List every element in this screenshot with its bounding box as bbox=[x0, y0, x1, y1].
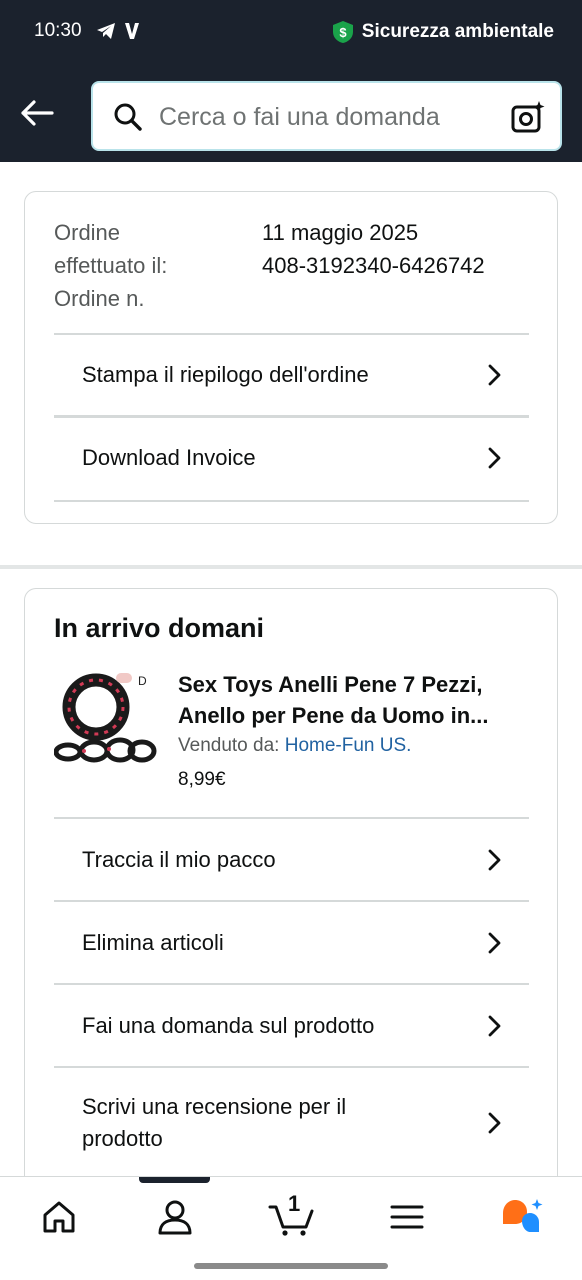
cart-count: 1 bbox=[288, 1191, 301, 1216]
seller-link[interactable]: Home-Fun US. bbox=[285, 735, 412, 756]
status-time: 10:30 bbox=[34, 20, 82, 41]
delete-items-label: Elimina articoli bbox=[82, 930, 224, 955]
divider bbox=[54, 500, 529, 502]
ask-question-row[interactable]: Fai una domanda sul prodotto bbox=[54, 985, 529, 1067]
account-icon bbox=[158, 1200, 192, 1235]
bottom-navigation: 1 bbox=[0, 1176, 582, 1280]
search-bar[interactable]: Cerca o fai una domanda bbox=[91, 81, 562, 151]
product-seller: Venduto da: Home-Fun US. bbox=[178, 735, 411, 757]
shipment-card: In arrivo domani D Sex Toys Anelli Pene … bbox=[24, 588, 558, 1188]
ask-question-label: Fai una domanda sul prodotto bbox=[82, 1013, 375, 1038]
header: Cerca o fai una domanda bbox=[0, 64, 582, 162]
product-title[interactable]: Sex Toys Anelli Pene 7 Pezzi, Anello per… bbox=[178, 669, 533, 731]
order-details-page: Ordine effettuato il: Ordine n. 11 maggi… bbox=[0, 162, 582, 1188]
telegram-icon bbox=[97, 23, 115, 39]
delete-items-row[interactable]: Elimina articoli bbox=[54, 902, 529, 984]
nav-account[interactable] bbox=[153, 1195, 197, 1239]
delivery-status-title: In arrivo domani bbox=[54, 613, 265, 643]
seller-prefix: Venduto da: bbox=[178, 735, 280, 756]
product-image[interactable]: D bbox=[54, 669, 158, 769]
home-icon bbox=[43, 1201, 75, 1233]
v-app-icon bbox=[125, 23, 139, 39]
search-input[interactable]: Cerca o fai una domanda bbox=[159, 103, 440, 132]
gesture-home-bar[interactable] bbox=[194, 1263, 388, 1269]
shield-dollar-icon: $ bbox=[332, 21, 353, 43]
track-package-label: Traccia il mio pacco bbox=[82, 847, 276, 872]
nav-home[interactable] bbox=[37, 1195, 81, 1239]
placed-on-label: effettuato il: bbox=[54, 253, 168, 278]
order-meta-values: 11 maggio 2025 408-3192340-6426742 bbox=[262, 216, 534, 282]
order-number-label: Ordine n. bbox=[54, 286, 145, 311]
product-title-line: Anello per Pene da Uomo in... bbox=[178, 703, 489, 728]
back-button[interactable] bbox=[18, 94, 56, 132]
chevron-right-icon bbox=[488, 1015, 501, 1037]
write-review-label: Scrivi una recensione per il prodotto bbox=[54, 1091, 346, 1155]
active-tab-indicator bbox=[139, 1177, 210, 1183]
chevron-right-icon bbox=[488, 447, 501, 469]
chevron-right-icon bbox=[488, 932, 501, 954]
product-price: 8,99€ bbox=[178, 769, 226, 790]
order-summary-card: Ordine effettuato il: Ordine n. 11 maggi… bbox=[24, 191, 558, 524]
download-invoice-label: Download Invoice bbox=[82, 445, 256, 470]
status-notification-icons bbox=[96, 22, 140, 40]
write-review-line: prodotto bbox=[82, 1126, 163, 1151]
download-invoice-row[interactable]: Download Invoice bbox=[54, 418, 529, 498]
order-meta-labels: Ordine effettuato il: Ordine n. bbox=[54, 216, 254, 315]
search-icon bbox=[114, 103, 142, 131]
print-summary-label: Stampa il riepilogo dell'ordine bbox=[82, 362, 369, 387]
section-divider bbox=[0, 565, 582, 569]
camera-sparkle-icon[interactable] bbox=[510, 99, 546, 135]
order-label: Ordine bbox=[54, 220, 121, 245]
nav-menu[interactable] bbox=[385, 1195, 429, 1239]
svg-text:$: $ bbox=[339, 25, 347, 40]
write-review-row[interactable]: Scrivi una recensione per il prodotto bbox=[54, 1068, 529, 1178]
print-summary-row[interactable]: Stampa il riepilogo dell'ordine bbox=[54, 335, 529, 415]
menu-icon bbox=[390, 1205, 424, 1229]
chevron-right-icon bbox=[488, 1112, 501, 1134]
svg-text:D: D bbox=[138, 674, 147, 688]
nav-cart[interactable]: 1 bbox=[268, 1191, 316, 1239]
security-indicator: $ Sicurezza ambientale bbox=[332, 20, 554, 44]
nav-rufus[interactable] bbox=[500, 1195, 544, 1239]
order-number: 408-3192340-6426742 bbox=[262, 253, 485, 278]
track-package-row[interactable]: Traccia il mio pacco bbox=[54, 819, 529, 901]
security-label: Sicurezza ambientale bbox=[361, 21, 554, 42]
chevron-right-icon bbox=[488, 364, 501, 386]
write-review-line: Scrivi una recensione per il bbox=[82, 1094, 347, 1119]
rufus-icon bbox=[503, 1199, 543, 1232]
status-bar: 10:30 $ Sicurezza ambientale bbox=[0, 0, 582, 64]
order-date: 11 maggio 2025 bbox=[262, 220, 419, 245]
chevron-right-icon bbox=[488, 849, 501, 871]
arrow-left-icon bbox=[21, 100, 54, 126]
product-title-line: Sex Toys Anelli Pene 7 Pezzi, bbox=[178, 672, 483, 697]
